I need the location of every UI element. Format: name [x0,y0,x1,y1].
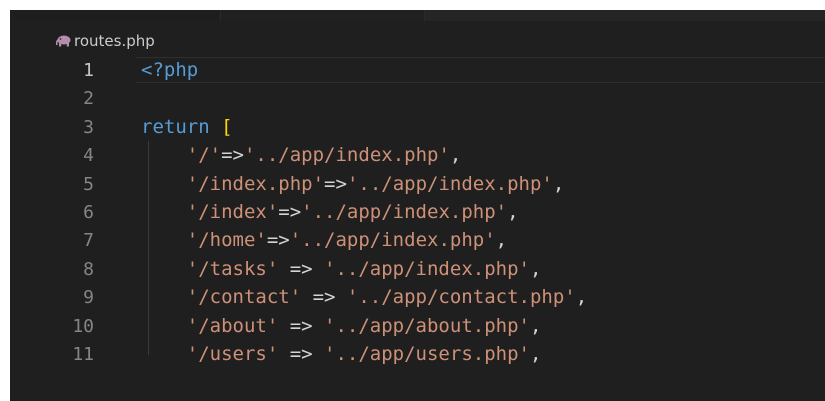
code-line[interactable]: 7 '/home'=>'../app/index.php', [10,226,825,254]
code-token: => [278,343,325,365]
indent-guide [148,141,149,355]
code-token: => [278,314,325,337]
code-editor-window: routes.php 1 <?php 2 3 return [4 '/'=>'../ap… [10,10,825,401]
code-text[interactable]: '/home'=>'../app/index.php', [141,229,507,251]
code-token: => [221,144,244,167]
code-token: '../app/index.php' [243,144,450,167]
code-token: , [529,314,542,337]
code-text[interactable]: '/'=>'../app/index.php', [141,144,462,167]
code-token: <?php [141,59,199,81]
line-number: 5 [83,173,94,195]
code-text[interactable]: '/contact' => '../app/contact.php', [141,286,587,308]
line-number: 11 [72,344,94,365]
code-token: => [324,172,347,195]
code-line[interactable]: 10 '/about' => '../app/about.php', [10,312,825,340]
code-token: return [141,115,222,138]
editor-tab-strip [10,10,825,21]
line-number: 8 [83,258,94,280]
php-elephant-icon [56,35,71,47]
code-line[interactable]: 2 [10,84,825,112]
code-text[interactable]: '/users' => '../app/users.php', [141,343,542,365]
code-token: , [507,201,519,223]
code-token: '/users' [186,343,279,365]
code-token: '/index.php' [186,172,325,195]
code-token: , [495,229,508,252]
code-token: , [552,172,565,195]
line-number: 7 [83,230,94,252]
code-token: '/tasks' [186,257,279,280]
code-line[interactable]: 6 '/index'=>'../app/index.php', [10,198,825,226]
code-token: [ [221,115,233,138]
code-token: '/' [186,144,222,167]
editor-tab[interactable] [10,10,221,21]
line-number: 9 [83,287,94,309]
line-number: 2 [83,88,94,110]
code-line[interactable]: 1 <?php [10,56,825,84]
editor-text-area[interactable]: 1 <?php 2 3 return [4 '/'=>'../app/index.php… [10,56,825,401]
line-number: 10 [72,315,94,337]
code-token: , [529,343,542,365]
code-token: '/contact' [186,286,302,309]
breadcrumb[interactable]: routes.php [10,27,825,55]
code-token: '/about' [186,314,279,337]
code-token: '../app/index.php' [324,257,530,280]
code-line[interactable]: 8 '/tasks' => '../app/index.php', [10,255,825,283]
code-token: => [278,257,325,280]
code-line[interactable]: 3 return [ [10,113,825,141]
code-text[interactable]: '/index.php'=>'../app/index.php', [141,172,565,195]
line-number: 4 [83,145,94,167]
code-text[interactable]: '/about' => '../app/about.php', [141,314,542,337]
code-line[interactable]: 5 '/index.php'=>'../app/index.php', [10,170,825,198]
code-token: , [449,144,462,167]
code-line[interactable]: 9 '/contact' => '../app/contact.php', [10,283,825,311]
editor-tab[interactable] [221,10,425,21]
code-token: '../app/index.php' [346,172,553,195]
code-text[interactable]: return [ [141,116,233,138]
code-token: '../app/about.php' [324,314,530,337]
line-number: 1 [83,60,94,81]
code-token: '../app/index.php' [301,201,508,223]
code-text[interactable]: <?php [141,59,198,81]
code-token: '../app/contact.php' [346,286,576,309]
breadcrumb-file-name[interactable]: routes.php [74,32,155,50]
code-token: , [575,286,588,309]
code-token: => [278,201,302,223]
code-token: '/index' [186,201,279,223]
code-token: => [266,229,290,252]
code-line[interactable]: 4 '/'=>'../app/index.php', [10,141,825,169]
code-token: => [301,286,347,309]
code-text[interactable]: '/tasks' => '../app/index.php', [141,257,542,280]
line-number: 3 [83,116,94,138]
code-token: '../app/users.php' [324,343,530,365]
code-token: '../app/index.php' [289,229,496,252]
code-token: , [529,257,542,280]
code-line[interactable]: 11 '/users' => '../app/users.php', [10,340,825,368]
current-line-highlight [136,57,825,83]
line-number: 6 [83,202,94,223]
code-text[interactable]: '/index'=>'../app/index.php', [141,201,519,223]
code-token: '/home' [186,229,267,252]
